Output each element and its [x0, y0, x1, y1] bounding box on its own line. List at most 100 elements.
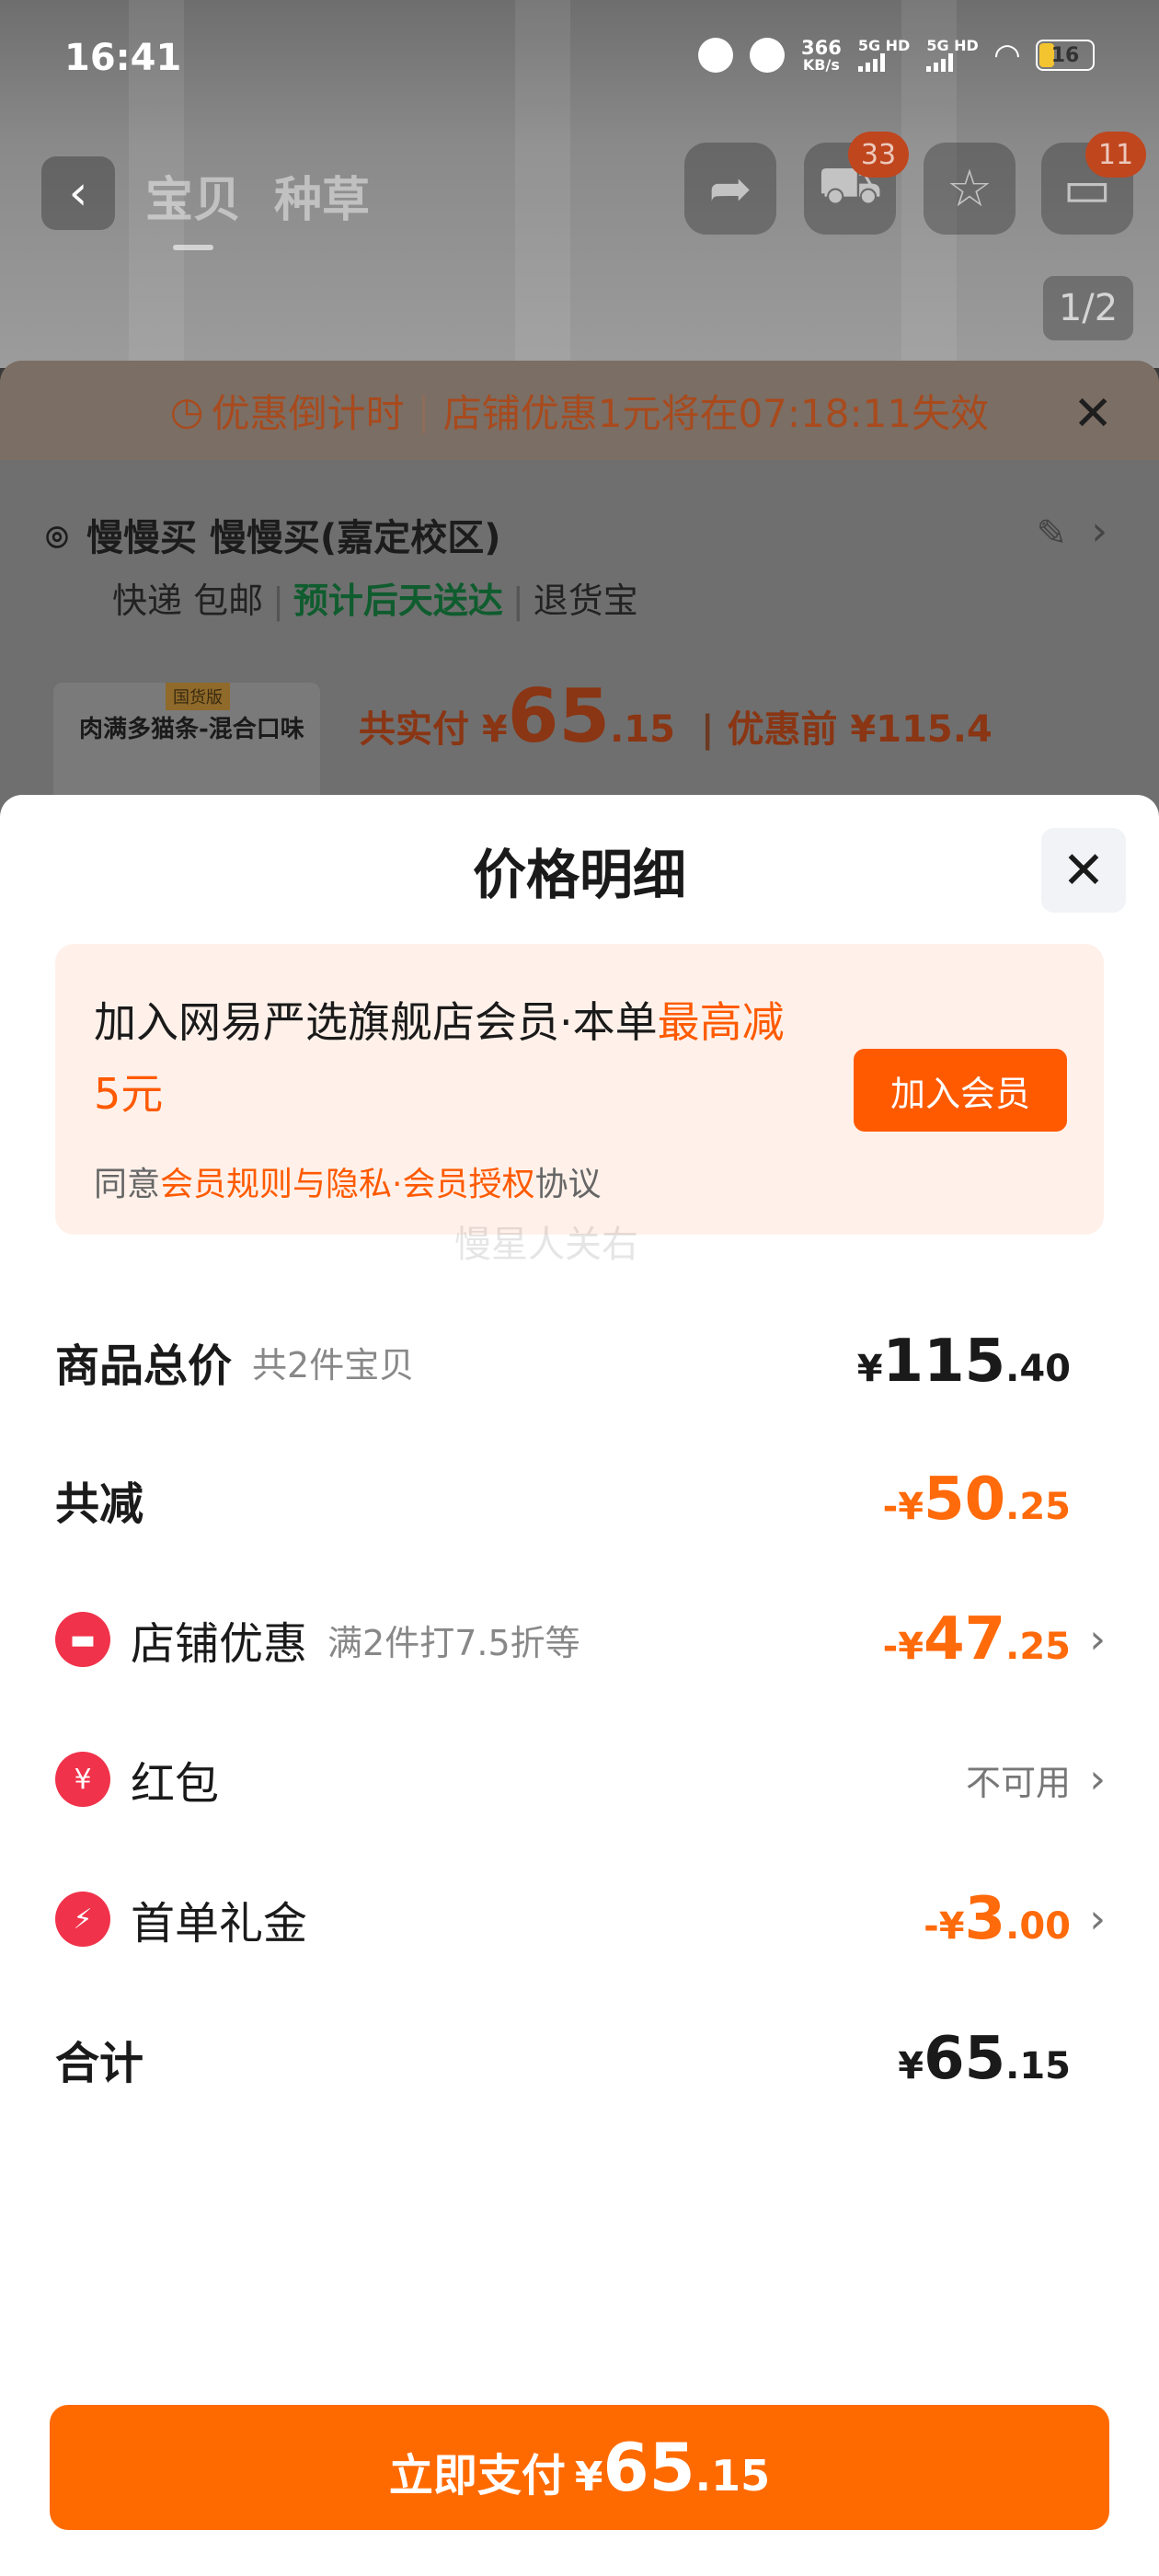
agree-prefix: 同意 — [94, 1166, 161, 1203]
mute-bell-icon — [749, 38, 785, 73]
cart-button[interactable]: ⛟ 33 — [804, 132, 909, 235]
member-agreement: 同意会员规则与隐私·会员授权协议 — [94, 1157, 601, 1205]
status-time: 16:41 — [64, 37, 182, 79]
address[interactable]: ⌾ 慢慢买 慢慢买(嘉定校区) — [46, 508, 501, 561]
total-reduction-label: 共减 — [55, 1478, 144, 1530]
edit-icon[interactable]: ✎ — [1036, 512, 1067, 555]
red-packet-label: 红包 — [131, 1758, 220, 1810]
status-icons: 366 KB/s 5G HD 5G HD ◠ 16 — [697, 37, 1095, 74]
star-icon: ☆ — [946, 158, 993, 219]
goods-total-label: 商品总价 — [55, 1340, 233, 1392]
price-int: 50 — [924, 1466, 1006, 1534]
currency: -¥ — [924, 1905, 965, 1948]
countdown-label: 优惠倒计时 — [211, 390, 405, 436]
shop-discount-sub: 满2件打7.5折等 — [327, 1622, 580, 1663]
price-int: 115 — [882, 1328, 1006, 1396]
separator: | — [417, 387, 430, 433]
network-speed-unit: KB/s — [802, 56, 840, 74]
battery-level: 16 — [1050, 43, 1080, 67]
member-text-main: 加入网易严选旗舰店会员·本单 — [94, 997, 658, 1047]
share-icon: ➦ — [708, 158, 752, 219]
price-int: 65 — [507, 673, 611, 759]
price-dec: .00 — [1005, 1905, 1071, 1948]
row-goods-total: 商品总价 共2件宝贝 ¥115.40 — [55, 1316, 1104, 1408]
favorite-button[interactable]: ☆ — [924, 143, 1016, 235]
row-red-packet[interactable]: ¥ 红包 不可用 › — [55, 1733, 1106, 1825]
total-reduction-price: -¥50.25 — [883, 1466, 1071, 1534]
image-counter: 1/2 — [1043, 276, 1133, 340]
battery-icon: 16 — [1036, 40, 1095, 71]
row-shop-discount[interactable]: ▬ 店铺优惠 满2件打7.5折等 -¥47.25 › — [55, 1593, 1106, 1685]
currency: -¥ — [882, 1626, 924, 1668]
network-speed: 366 KB/s — [801, 38, 842, 73]
price-prefix: 共实付 ¥ — [359, 708, 508, 751]
sum-label: 合计 — [55, 2038, 144, 2089]
countdown-banner: ◷ 优惠倒计时 | 店铺优惠1元将在07:18:11失效 ✕ — [0, 361, 1159, 460]
chevron-right-icon: › — [1089, 1895, 1106, 1943]
tab-zhongcao[interactable]: 种草 — [274, 161, 370, 230]
pay-label: 立即支付 — [388, 2450, 566, 2501]
chevron-right-icon[interactable]: › — [1091, 508, 1107, 555]
top-nav: ‹ 宝贝 种草 ➦ ⛟ 33 ☆ ▭ 11 — [0, 129, 1159, 250]
row-sum: 合计 ¥65.15 — [55, 2013, 1104, 2105]
price-int: 47 — [924, 1605, 1006, 1673]
price-dec: .15 — [610, 708, 675, 751]
price-int: 65 — [924, 2025, 1006, 2093]
shop-icon: ▬ — [55, 1612, 110, 1667]
chevron-right-icon: › — [1089, 1755, 1106, 1803]
shop-discount-label: 店铺优惠 — [131, 1618, 308, 1670]
red-packet-value: 不可用 — [966, 1754, 1071, 1805]
wifi-icon: ◠ — [994, 37, 1019, 74]
clock-icon: ◷ — [169, 387, 204, 433]
network-speed-value: 366 — [800, 37, 842, 59]
close-icon: ✕ — [1061, 840, 1106, 901]
delivery-text: 快递 包邮 — [112, 581, 264, 621]
message-button[interactable]: ▭ 11 — [1041, 132, 1146, 235]
delivery-info: 快递 包邮 | 预计后天送达 | 退货宝 — [112, 581, 638, 621]
location-pin-icon: ⌾ — [46, 517, 68, 559]
close-icon[interactable]: ✕ — [1073, 386, 1113, 442]
price-detail-sheet: 价格明细 ✕ 加入网易严选旗舰店会员·本单最高减5元 加入会员 同意会员规则与隐… — [0, 795, 1159, 2576]
price-int: 3 — [964, 1885, 1006, 1953]
row-first-order-gift[interactable]: ⚡ 首单礼金 -¥3.00 › — [55, 1873, 1106, 1965]
currency: ¥ — [898, 2045, 924, 2087]
price-dec: .25 — [1005, 1626, 1071, 1668]
price-dec: .40 — [1005, 1348, 1071, 1390]
price-dec: .25 — [1005, 1486, 1071, 1528]
tab-baobei[interactable]: 宝贝 — [145, 161, 241, 250]
signal-sim2-icon: 5G HD — [926, 39, 979, 72]
red-packet-status: 不可用 — [965, 1762, 1071, 1803]
price-before: 优惠前 ¥115.4 — [727, 708, 993, 751]
share-button[interactable]: ➦ — [684, 143, 776, 235]
currency: ¥ — [856, 1348, 883, 1390]
product-name: 肉满多猫条-混合口味 — [79, 716, 304, 743]
back-button[interactable]: ‹ — [41, 156, 115, 230]
agreement-link[interactable]: 会员规则与隐私·会员授权 — [160, 1166, 534, 1203]
message-badge: 11 — [1085, 132, 1146, 178]
row-total-reduction: 共减 -¥50.25 — [55, 1454, 1104, 1546]
status-bar: 16:41 366 KB/s 5G HD 5G HD ◠ 16 — [0, 0, 1159, 116]
first-order-label: 首单礼金 — [131, 1898, 308, 1949]
price-dec: .15 — [1005, 2045, 1071, 2087]
member-promo-text: 加入网易严选旗舰店会员·本单最高减5元 — [94, 986, 793, 1130]
currency: -¥ — [882, 1486, 924, 1528]
pay-dec: .15 — [694, 2451, 771, 2501]
pay-now-button[interactable]: 立即支付 ¥ 65 .15 — [50, 2405, 1109, 2530]
countdown-text: 店铺优惠1元将在07:18:11失效 — [442, 390, 990, 436]
join-member-button[interactable]: 加入会员 — [854, 1049, 1067, 1132]
red-packet-icon: ¥ — [55, 1752, 110, 1807]
member-promo-card: 加入网易严选旗舰店会员·本单最高减5元 加入会员 同意会员规则与隐私·会员授权协… — [55, 944, 1104, 1235]
close-button[interactable]: ✕ — [1041, 828, 1126, 913]
cart-badge: 33 — [848, 132, 909, 178]
returns-text: 退货宝 — [533, 581, 638, 621]
alarm-icon — [697, 38, 733, 73]
background-price: 共实付 ¥65.15 | 优惠前 ¥115.4 — [359, 673, 993, 759]
address-text: 慢慢买 慢慢买(嘉定校区) — [86, 517, 501, 559]
chevron-right-icon: › — [1089, 1616, 1106, 1663]
agree-suffix: 协议 — [534, 1166, 602, 1203]
first-order-price: -¥3.00 — [924, 1885, 1071, 1953]
goods-total-sub: 共2件宝贝 — [252, 1344, 415, 1386]
currency: ¥ — [574, 2454, 603, 2501]
sum-price: ¥65.15 — [898, 2025, 1071, 2093]
sim1-label: 5G HD — [857, 37, 911, 54]
